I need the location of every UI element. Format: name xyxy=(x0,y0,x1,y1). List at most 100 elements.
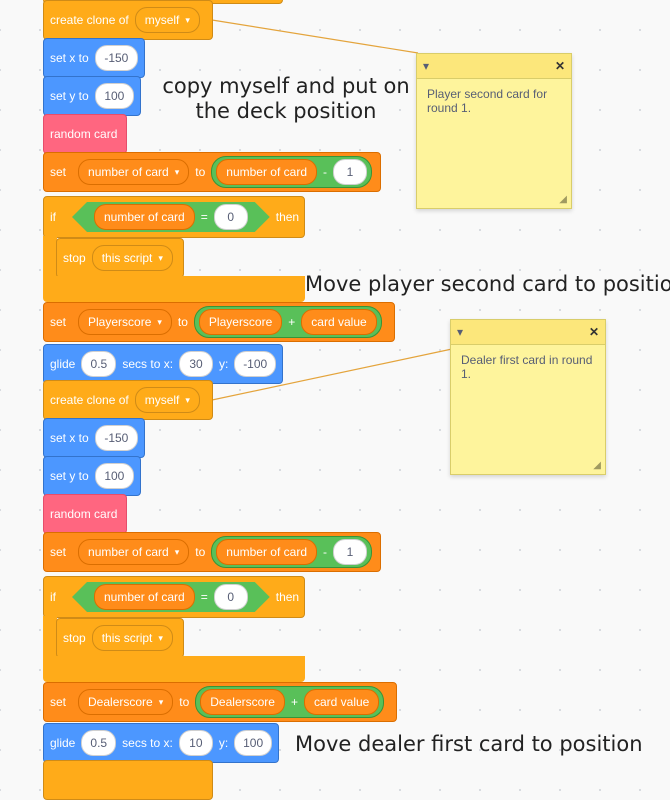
then-label: then xyxy=(275,210,300,224)
to-label: to xyxy=(195,545,206,559)
random-card-label: random card xyxy=(50,507,118,521)
glide-block-1[interactable]: glide 0.5 secs to x: 30 y: -100 xyxy=(43,344,283,384)
variable-reporter[interactable]: number of card xyxy=(94,584,195,610)
add-operator[interactable]: Playerscore + card value xyxy=(193,306,382,338)
script-comment-3: Move dealer first card to position xyxy=(295,732,643,756)
add-operator[interactable]: Dealerscore + card value xyxy=(195,686,385,718)
random-card-block-2[interactable]: random card xyxy=(43,494,127,534)
note-player-second-card[interactable]: ▾ ✕ Player second card for round 1. ◢ xyxy=(416,53,572,209)
secs-label: secs to x: xyxy=(122,357,174,371)
if-block-foot xyxy=(43,656,305,682)
operator-symbol: = xyxy=(200,590,208,604)
variable-dropdown[interactable]: number of card ▾ xyxy=(78,539,190,565)
stop-block-2[interactable]: stop this script ▾ xyxy=(56,618,184,658)
variable-dropdown[interactable]: Playerscore ▾ xyxy=(78,309,172,335)
close-icon[interactable]: ✕ xyxy=(589,325,599,339)
set-y-block-2[interactable]: set y to 100 xyxy=(43,456,141,496)
set-variable-block-1[interactable]: set number of card ▾ to number of card - … xyxy=(43,152,381,192)
variable-reporter[interactable]: number of card xyxy=(94,204,195,230)
operand-value[interactable]: 0 xyxy=(214,204,248,230)
chevron-down-icon: ▾ xyxy=(185,394,190,405)
operand-value[interactable]: 0 xyxy=(214,584,248,610)
y-label: y: xyxy=(219,357,229,371)
script-comment-1: copy myself and put on the deck position xyxy=(162,74,410,123)
if-block-2[interactable]: if number of card = 0 then xyxy=(43,576,305,618)
stop-option-dropdown[interactable]: this script ▾ xyxy=(91,625,173,651)
set-label: set xyxy=(50,695,67,709)
set-y-label: set y to xyxy=(50,469,89,483)
equals-operator[interactable]: number of card = 0 xyxy=(72,202,270,232)
glide-x-value[interactable]: 30 xyxy=(179,351,214,377)
set-x-block-2[interactable]: set x to -150 xyxy=(43,418,145,458)
variable-reporter[interactable]: number of card xyxy=(216,539,317,565)
set-y-value[interactable]: 100 xyxy=(94,463,134,489)
note-dealer-first-card[interactable]: ▾ ✕ Dealer first card in round 1. ◢ xyxy=(450,319,606,475)
variable-reporter[interactable]: Dealerscore xyxy=(200,689,285,715)
chevron-down-icon: ▾ xyxy=(174,546,180,557)
variable-dropdown[interactable]: number of card ▾ xyxy=(78,159,190,185)
card-value-reporter[interactable]: card value xyxy=(303,689,380,715)
set-x-label: set x to xyxy=(50,51,89,65)
operator-symbol: = xyxy=(200,210,208,224)
resize-icon[interactable]: ◢ xyxy=(559,194,567,205)
set-label: set xyxy=(50,315,67,329)
set-variable-block-2[interactable]: set Playerscore ▾ to Playerscore + card v… xyxy=(43,302,395,342)
stop-label: stop xyxy=(63,251,86,265)
set-x-block-1[interactable]: set x to -150 xyxy=(43,38,145,78)
equals-operator[interactable]: number of card = 0 xyxy=(72,582,270,612)
clone-target-dropdown[interactable]: myself ▾ xyxy=(134,7,200,33)
variable-dropdown[interactable]: Dealerscore ▾ xyxy=(78,689,174,715)
operand-value[interactable]: 1 xyxy=(333,159,367,185)
random-card-block-1[interactable]: random card xyxy=(43,114,127,154)
set-x-value[interactable]: -150 xyxy=(94,45,138,71)
create-clone-block-1[interactable]: create clone of myself ▾ xyxy=(43,0,213,40)
chevron-down-icon: ▾ xyxy=(174,166,180,177)
subtract-operator[interactable]: number of card - 1 xyxy=(211,536,372,568)
glide-y-value[interactable]: -100 xyxy=(234,351,276,377)
collapse-icon[interactable]: ▾ xyxy=(423,59,429,73)
set-x-value[interactable]: -150 xyxy=(94,425,138,451)
clone-target-dropdown[interactable]: myself ▾ xyxy=(134,387,200,413)
chevron-down-icon: ▾ xyxy=(185,14,190,25)
glide-x-value[interactable]: 10 xyxy=(178,730,213,756)
stop-block-1[interactable]: stop this script ▾ xyxy=(56,238,184,278)
set-variable-block-3[interactable]: set number of card ▾ to number of card - … xyxy=(43,532,381,572)
card-value-reporter[interactable]: card value xyxy=(301,309,377,335)
operand-value[interactable]: 1 xyxy=(333,539,367,565)
glide-secs-value[interactable]: 0.5 xyxy=(81,730,117,756)
operator-symbol: - xyxy=(323,545,327,559)
close-icon[interactable]: ✕ xyxy=(555,59,565,73)
variable-reporter[interactable]: number of card xyxy=(216,159,317,185)
if-label: if xyxy=(50,210,56,224)
stop-option-dropdown[interactable]: this script ▾ xyxy=(91,245,173,271)
if-label: if xyxy=(50,590,56,604)
chevron-down-icon: ▾ xyxy=(158,632,163,643)
note-header[interactable]: ▾ ✕ xyxy=(451,320,605,345)
glide-block-2[interactable]: glide 0.5 secs to x: 10 y: 100 xyxy=(43,723,279,763)
set-y-value[interactable]: 100 xyxy=(94,83,134,109)
glide-y-value[interactable]: 100 xyxy=(234,730,272,756)
set-y-block-1[interactable]: set y to 100 xyxy=(43,76,141,116)
subtract-operator[interactable]: number of card - 1 xyxy=(211,156,372,188)
resize-icon[interactable]: ◢ xyxy=(593,460,601,471)
note-text[interactable]: Player second card for round 1. xyxy=(417,79,571,123)
note-text[interactable]: Dealer first card in round 1. xyxy=(451,345,605,389)
set-variable-block-4[interactable]: set Dealerscore ▾ to Dealerscore + card v… xyxy=(43,682,397,722)
create-clone-block-2[interactable]: create clone of myself ▾ xyxy=(43,380,213,420)
to-label: to xyxy=(179,695,190,709)
chevron-down-icon: ▾ xyxy=(157,316,162,327)
chevron-down-icon: ▾ xyxy=(158,696,164,707)
script-comment-2: Move player second card to position xyxy=(305,272,670,296)
note-header[interactable]: ▾ ✕ xyxy=(417,54,571,79)
y-label: y: xyxy=(218,736,229,750)
set-x-label: set x to xyxy=(50,431,89,445)
collapse-icon[interactable]: ▾ xyxy=(457,325,463,339)
next-block-stub[interactable] xyxy=(43,760,213,800)
stop-label: stop xyxy=(63,631,86,645)
if-block-arm xyxy=(43,616,57,658)
if-block-1[interactable]: if number of card = 0 then xyxy=(43,196,305,238)
connector-line-1 xyxy=(211,19,419,54)
chevron-down-icon: ▾ xyxy=(158,252,163,263)
glide-secs-value[interactable]: 0.5 xyxy=(81,351,117,377)
variable-reporter[interactable]: Playerscore xyxy=(198,309,283,335)
